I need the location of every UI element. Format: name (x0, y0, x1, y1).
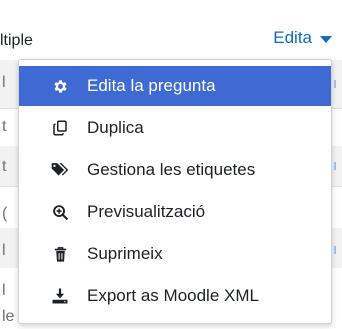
row-text-fragment: t (2, 118, 7, 135)
row-text-fragment: l (2, 242, 6, 259)
question-type-text: ltiple (0, 32, 33, 49)
search-plus-icon (51, 203, 69, 221)
copy-icon (51, 119, 69, 137)
trash-icon (51, 245, 69, 263)
row-text-fragment: le (2, 308, 15, 325)
menu-item-label: Edita la pregunta (87, 76, 216, 95)
menu-item-label: Suprimeix (87, 244, 163, 263)
menu-item-edit-question[interactable]: Edita la pregunta (19, 66, 331, 106)
row-action-mark (334, 162, 336, 170)
row-text-fragment: l (2, 282, 6, 299)
menu-item-manage-tags[interactable]: Gestiona les etiquetes (19, 150, 331, 190)
gear-icon (51, 77, 69, 95)
row-text-fragment: l (2, 74, 6, 91)
row-action-mark (334, 246, 336, 254)
row-text-fragment: ( (2, 205, 8, 222)
menu-item-label: Duplica (87, 118, 144, 137)
edit-menu-label[interactable]: Edita (273, 28, 312, 48)
question-actions-menu: Edita la pregunta Duplica Gestiona les e… (18, 59, 332, 324)
menu-item-export-xml[interactable]: Export as Moodle XML (19, 276, 331, 316)
menu-item-preview[interactable]: Previsualització (19, 192, 331, 232)
menu-item-duplicate[interactable]: Duplica (19, 108, 331, 148)
row-action-mark (334, 80, 336, 88)
download-icon (51, 287, 69, 305)
menu-item-label: Previsualització (87, 202, 206, 221)
row-text-fragment: t (2, 158, 7, 175)
menu-item-delete[interactable]: Suprimeix (19, 234, 331, 274)
menu-item-label: Gestiona les etiquetes (87, 160, 256, 179)
menu-item-label: Export as Moodle XML (87, 286, 259, 305)
edit-menu-toggle[interactable]: Edita (273, 28, 332, 48)
question-bank-header-row: ltiple Edita (0, 18, 342, 60)
caret-down-icon (320, 35, 332, 43)
tags-icon (51, 161, 69, 179)
